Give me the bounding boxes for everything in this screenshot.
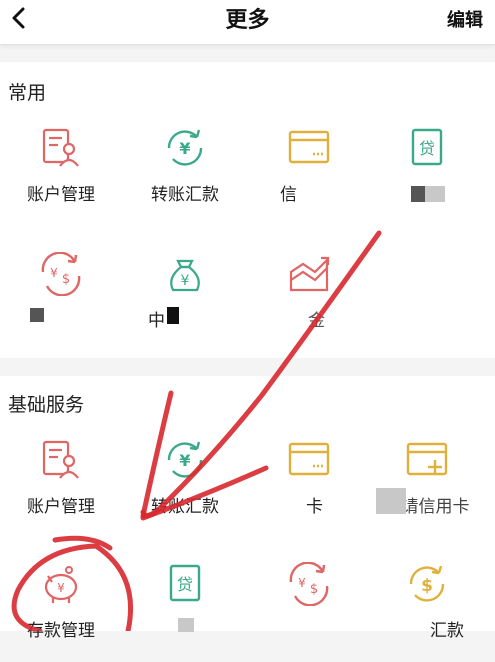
service-loan[interactable]: 贷 <box>130 562 240 662</box>
service-label: 汇款 <box>430 621 464 641</box>
transfer-icon: ¥ <box>167 129 203 166</box>
account-management-icon <box>42 440 79 479</box>
service-label: 转账汇款 <box>151 497 219 517</box>
transfer-icon: ¥ <box>167 441 203 478</box>
service-currency-exchange[interactable]: ¥ $ <box>6 252 116 352</box>
service-label: 卡 <box>306 497 323 517</box>
service-label: 账户管理 <box>27 497 95 517</box>
service-apply-credit-card[interactable]: 申请信用卡 <box>372 438 482 538</box>
service-label: 转账汇款 <box>151 185 219 205</box>
service-currency-exchange[interactable]: ¥ $ <box>254 562 364 662</box>
svg-text:¥: ¥ <box>179 139 190 158</box>
apply-credit-card-icon <box>406 442 448 476</box>
redacted-label <box>178 618 194 632</box>
redacted-label <box>376 488 406 514</box>
redacted-label <box>30 308 44 322</box>
section-title: 常用 <box>8 82 47 104</box>
service-transfer[interactable]: ¥ 转账汇款 <box>130 126 240 226</box>
service-fund[interactable]: 金 <box>254 252 364 352</box>
service-label: 账户管理 <box>27 185 95 205</box>
service-account-management[interactable]: 账户管理 <box>6 126 116 226</box>
service-transfer[interactable]: ¥ 转账汇款 <box>130 438 240 538</box>
money-bag-icon: ¥ <box>170 259 200 292</box>
service-label: 中 <box>148 311 165 331</box>
svg-text:¥: ¥ <box>50 266 58 280</box>
piggy-bank-icon: ¥ <box>44 566 78 603</box>
svg-text:$: $ <box>310 582 318 597</box>
redacted-label <box>167 307 179 324</box>
service-money-bag[interactable]: ¥ 中 <box>130 252 240 352</box>
svg-text:¥: ¥ <box>57 581 65 595</box>
svg-text:$: $ <box>421 576 433 596</box>
redacted-label <box>411 186 425 202</box>
service-label: 存款管理 <box>27 621 95 641</box>
service-label: 信 <box>280 185 297 205</box>
redacted-label <box>425 186 445 202</box>
service-account-management[interactable]: 账户管理 <box>6 438 116 538</box>
loan-icon: 贷 <box>169 564 201 602</box>
section-title: 基础服务 <box>8 394 85 416</box>
currency-exchange-icon: ¥ $ <box>289 562 329 606</box>
svg-text:贷: 贷 <box>177 575 193 594</box>
card-icon <box>288 442 330 476</box>
dollar-cycle-icon: $ <box>409 565 445 602</box>
chart-icon <box>289 256 330 292</box>
svg-text:贷: 贷 <box>419 139 435 158</box>
service-card[interactable]: 卡 <box>254 438 364 538</box>
service-card[interactable]: 信 <box>254 126 364 226</box>
service-label: 金 <box>308 311 325 331</box>
svg-text:$: $ <box>62 272 70 287</box>
svg-text:¥: ¥ <box>181 273 190 289</box>
service-remittance[interactable]: $ 汇款 <box>372 562 482 662</box>
section-basic-services: 基础服务 账户管理 ¥ 转账汇款 卡 申请信用卡 ¥ 存款管理 贷 ¥ $ $ … <box>0 376 495 641</box>
loan-icon: 贷 <box>411 128 443 166</box>
service-loan[interactable]: 贷 <box>372 126 482 226</box>
currency-exchange-icon: ¥ $ <box>41 252 81 296</box>
top-bar: 更多 编辑 <box>0 0 495 45</box>
svg-text:¥: ¥ <box>179 451 190 470</box>
section-frequent: 常用 账户管理 ¥ 转账汇款 信 贷 ¥ $ ¥ 中 金 <box>0 62 495 358</box>
card-icon <box>288 130 330 164</box>
edit-button[interactable]: 编辑 <box>447 6 483 32</box>
service-deposit-management[interactable]: ¥ 存款管理 <box>6 562 116 662</box>
page-title: 更多 <box>225 8 270 33</box>
account-management-icon <box>42 128 79 167</box>
svg-text:¥: ¥ <box>298 576 306 590</box>
